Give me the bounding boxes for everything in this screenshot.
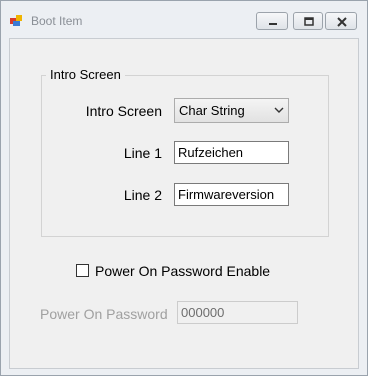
intro-screen-dropdown[interactable]: Char String	[174, 98, 289, 123]
minimize-icon	[269, 23, 277, 25]
close-icon	[337, 17, 347, 27]
close-button[interactable]	[325, 12, 357, 30]
line2-label: Line 2	[123, 187, 162, 203]
chevron-down-icon	[274, 107, 284, 113]
line1-input[interactable]: Rufzeichen	[174, 141, 289, 164]
power-on-password-enable-checkbox[interactable]	[76, 264, 89, 277]
maximize-icon	[304, 17, 314, 26]
power-on-password-enable-label[interactable]: Power On Password Enable	[95, 263, 270, 279]
intro-screen-dropdown-value: Char String	[179, 103, 245, 118]
minimize-button[interactable]	[256, 12, 288, 30]
intro-screen-label: Intro Screen	[85, 103, 162, 119]
power-on-password-input[interactable]: 000000	[177, 301, 298, 324]
title-bar[interactable]: Boot Item	[1, 1, 367, 37]
power-on-password-label: Power On Password	[40, 306, 168, 322]
line1-label: Line 1	[123, 145, 162, 161]
window-title: Boot Item	[31, 14, 83, 28]
intro-screen-group-title: Intro Screen	[46, 67, 125, 82]
maximize-button[interactable]	[293, 12, 323, 30]
line2-input[interactable]: Firmwareversion	[174, 183, 289, 206]
app-icon	[10, 15, 22, 26]
